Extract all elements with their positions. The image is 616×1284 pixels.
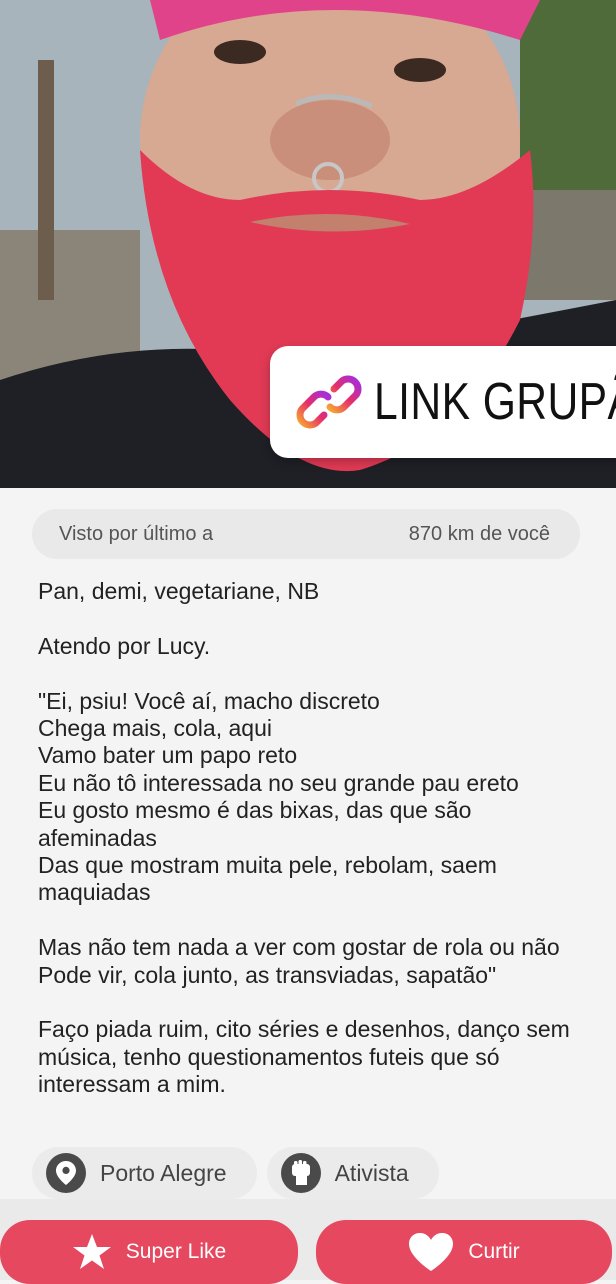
like-label: Curtir [468,1240,520,1263]
star-icon [72,1234,111,1269]
bio-lyrics-1: "Ei, psiu! Você aí, macho discreto Chega… [38,687,519,906]
bio-name: Atendo por Lucy. [38,632,211,659]
profile-tags: Porto Alegre Ativista [32,1147,439,1199]
bio-lyrics-2: Mas não tem nada a ver com gostar de rol… [38,934,560,988]
profile-photo[interactable]: LINK GRUPÃ [0,0,616,488]
heart-icon [409,1233,454,1271]
last-seen-text: Visto por último a [59,522,214,545]
link-group-sticker[interactable]: LINK GRUPÃ [270,346,616,458]
tag-location-label: Porto Alegre [100,1159,227,1186]
super-like-label: Super Like [125,1240,227,1263]
location-pin-icon [46,1153,86,1193]
distance-text: 870 km de você [408,522,550,545]
bio-identity: Pan, demi, vegetariane, NB [38,578,320,604]
raised-fist-icon [280,1153,321,1193]
profile-bio: Pan, demi, vegetariane, NB Atendo por Lu… [38,578,578,1126]
super-like-button[interactable]: Super Like [0,1220,298,1284]
like-button[interactable]: Curtir [316,1220,612,1284]
tag-activist[interactable]: Ativista [266,1147,439,1199]
bio-closing: Faço piada ruim, cito séries e desenhos,… [38,1016,570,1098]
link-sticker-label: LINK GRUPÃ [374,373,616,431]
last-seen-distance-pill: Visto por último a 870 km de você [32,509,580,559]
tag-location[interactable]: Porto Alegre [32,1147,257,1199]
link-icon [296,375,362,429]
tag-activist-label: Ativista [334,1159,409,1186]
